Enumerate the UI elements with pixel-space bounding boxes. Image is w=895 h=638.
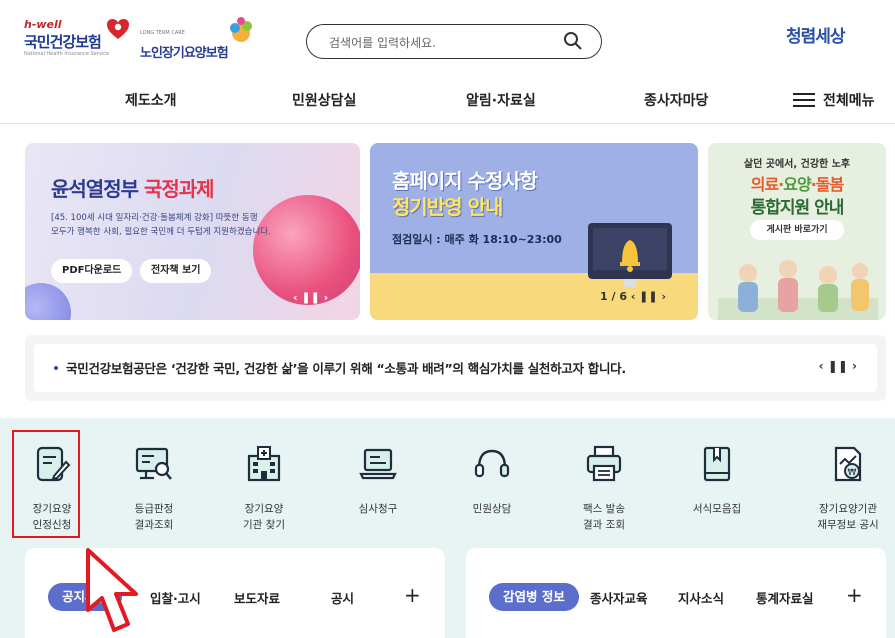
more-plus-icon[interactable]: + xyxy=(404,583,421,607)
ltc-emblem-icon xyxy=(230,17,252,42)
tab-branch-news[interactable]: 지사소식 xyxy=(678,588,724,607)
bullet-icon xyxy=(54,366,58,370)
board-shortcut-button[interactable]: 게시판 바로가기 xyxy=(750,220,844,240)
banner-title: 홈페이지 수정사항 xyxy=(392,169,538,193)
headset-icon xyxy=(474,449,510,478)
banner-integrated-support[interactable]: 살던 곳에서, 건강한 노후 의료·요양·돌봄 통합지원 안내 게시판 바로가기 xyxy=(708,143,886,320)
quick-review-claim[interactable]: 심사청구 xyxy=(328,436,428,546)
info-tab-panel: 감염병 정보 종사자교육 지사소식 통계자료실 + xyxy=(466,548,886,638)
quick-finance-disclosure[interactable]: ₩ 장기요양기관 재무정보 공시 xyxy=(798,436,895,546)
nav-system-intro[interactable]: 제도소개 xyxy=(125,90,177,110)
monitor-bell-icon xyxy=(588,223,672,287)
banner-title-part: 요양 xyxy=(783,175,811,194)
printer-icon xyxy=(586,445,622,482)
quick-label: 심사청구 xyxy=(358,503,398,515)
banner-subtitle: 정기반영 안내 xyxy=(392,195,503,219)
banner-title-part: ·돌봄 xyxy=(810,175,845,194)
banner-top-text: 살던 곳에서, 건강한 노후 xyxy=(743,159,851,170)
more-plus-icon[interactable]: + xyxy=(846,583,863,607)
notice-text[interactable]: 국민건강보험공단은 ‘건강한 국민, 건강한 삶’을 이루기 위해 “소통과 배… xyxy=(66,358,626,377)
quick-label: 장기요양 기관 찾기 xyxy=(243,503,285,531)
quick-label: 서식모음집 xyxy=(692,503,742,515)
tab-disclosure[interactable]: 공시 xyxy=(331,588,354,607)
svg-text:₩: ₩ xyxy=(848,468,857,478)
quick-label: 등급판정 결과조회 xyxy=(134,503,174,531)
banner-desc-line: [45. 100세 시대 일자리·건강·돌봄체계 강화] 따뜻한 동행 xyxy=(51,213,258,223)
tab-press-release[interactable]: 보도자료 xyxy=(234,588,280,607)
banner-title: 의료·요양·돌봄 xyxy=(708,171,886,195)
highlight-box xyxy=(12,430,80,538)
banner-title-highlight: 국정과제 xyxy=(143,177,215,201)
search-placeholder: 검색어를 입력하세요. xyxy=(329,36,436,50)
nhis-eng-name: National Health Insurance Service xyxy=(24,51,110,57)
main-navigation: 제도소개 민원상담실 알림·자료실 종사자마당 전체메뉴 xyxy=(0,80,895,124)
quick-civil-consult[interactable]: 민원상담 xyxy=(442,436,542,546)
quick-label: 장기요양기관 재무정보 공시 xyxy=(817,503,879,531)
people-illustration-icon xyxy=(718,260,878,320)
decorative-sphere xyxy=(25,283,71,320)
hwell-text: h-well xyxy=(24,18,62,31)
search-input[interactable]: 검색어를 입력하세요. xyxy=(306,24,602,59)
banner-title: 윤석열정부 국정과제 xyxy=(51,173,215,202)
finance-icon: ₩ xyxy=(834,446,862,482)
quick-fax-result[interactable]: 팩스 발송 결과 조회 xyxy=(554,436,654,546)
search-icon[interactable] xyxy=(563,31,583,51)
hospital-icon xyxy=(247,446,281,482)
tab-infectious-disease[interactable]: 감염병 정보 xyxy=(489,583,579,611)
clean-world-logo[interactable]: 청렴세상 xyxy=(786,22,846,47)
heart-icon xyxy=(107,19,129,39)
laptop-icon xyxy=(359,448,397,480)
banner-national-agenda[interactable]: 윤석열정부 국정과제 [45. 100세 시대 일자리·건강·돌봄체계 강화] … xyxy=(25,143,360,320)
banner-description: [45. 100세 시대 일자리·건강·돌봄체계 강화] 따뜻한 동행 모두가 … xyxy=(51,211,271,239)
banner-title-part: 윤석열정부 xyxy=(51,177,144,201)
header: h-well 국민건강보험 National Health Insurance … xyxy=(0,0,895,70)
quick-find-facility[interactable]: 장기요양 기관 찾기 xyxy=(214,436,314,546)
quick-label: 민원상담 xyxy=(472,503,512,515)
ebook-button[interactable]: 전자책 보기 xyxy=(140,259,212,283)
monitor-search-icon xyxy=(135,447,172,480)
ltc-logo[interactable]: LONG TERM CARE 노인장기요양보험 xyxy=(140,17,265,61)
banner-subtitle: 통합지원 안내 xyxy=(750,198,845,218)
notice-controls[interactable]: ‹ ❚❚ › xyxy=(819,359,857,373)
nav-worker-yard[interactable]: 종사자마당 xyxy=(644,90,708,110)
banner-title-part: 의료· xyxy=(750,175,785,194)
banner-controls[interactable]: ‹ ❚❚ › xyxy=(293,291,328,304)
page: h-well 국민건강보험 National Health Insurance … xyxy=(0,0,895,638)
quick-form-collection[interactable]: 서식모음집 xyxy=(667,436,767,546)
nhis-logo[interactable]: h-well 국민건강보험 National Health Insurance … xyxy=(24,18,136,58)
ltc-name: 노인장기요양보험 xyxy=(140,46,229,61)
pdf-download-button[interactable]: PDF다운로드 xyxy=(51,259,133,283)
banner-desc-line: 모두가 행복한 사회, 필요한 국민께 더 두텁게 지원하겠습니다. xyxy=(51,227,271,237)
mouse-cursor-icon xyxy=(86,548,138,632)
nhis-name: 국민건강보험 xyxy=(24,33,102,51)
quick-label: 팩스 발송 결과 조회 xyxy=(583,503,625,531)
notice-bar: 국민건강보험공단은 ‘건강한 국민, 건강한 삶’을 이루기 위해 “소통과 배… xyxy=(25,335,886,401)
book-icon xyxy=(703,446,731,482)
ltc-eng-name: LONG TERM CARE xyxy=(140,30,185,36)
nav-notice-data[interactable]: 알림·자료실 xyxy=(466,90,536,110)
hamburger-icon xyxy=(793,93,815,107)
banner-homepage-notice[interactable]: 홈페이지 수정사항 정기반영 안내 점검일시 : 매주 화 18:10~23:0… xyxy=(370,143,698,320)
banner-description: 점검일시 : 매주 화 18:10~23:00 xyxy=(392,233,562,246)
tab-worker-education[interactable]: 종사자교육 xyxy=(590,588,648,607)
notice-inner: 국민건강보험공단은 ‘건강한 국민, 건강한 삶’을 이루기 위해 “소통과 배… xyxy=(34,344,877,392)
all-menu-button[interactable]: 전체메뉴 xyxy=(793,90,875,110)
tab-statistics[interactable]: 통계자료실 xyxy=(756,588,814,607)
all-menu-label: 전체메뉴 xyxy=(823,93,875,109)
quick-grade-result[interactable]: 등급판정 결과조회 xyxy=(104,436,204,546)
banner-pager[interactable]: 1 / 6 ‹ ❚❚ › xyxy=(600,290,666,303)
nav-civil-consult[interactable]: 민원상담실 xyxy=(292,90,356,110)
